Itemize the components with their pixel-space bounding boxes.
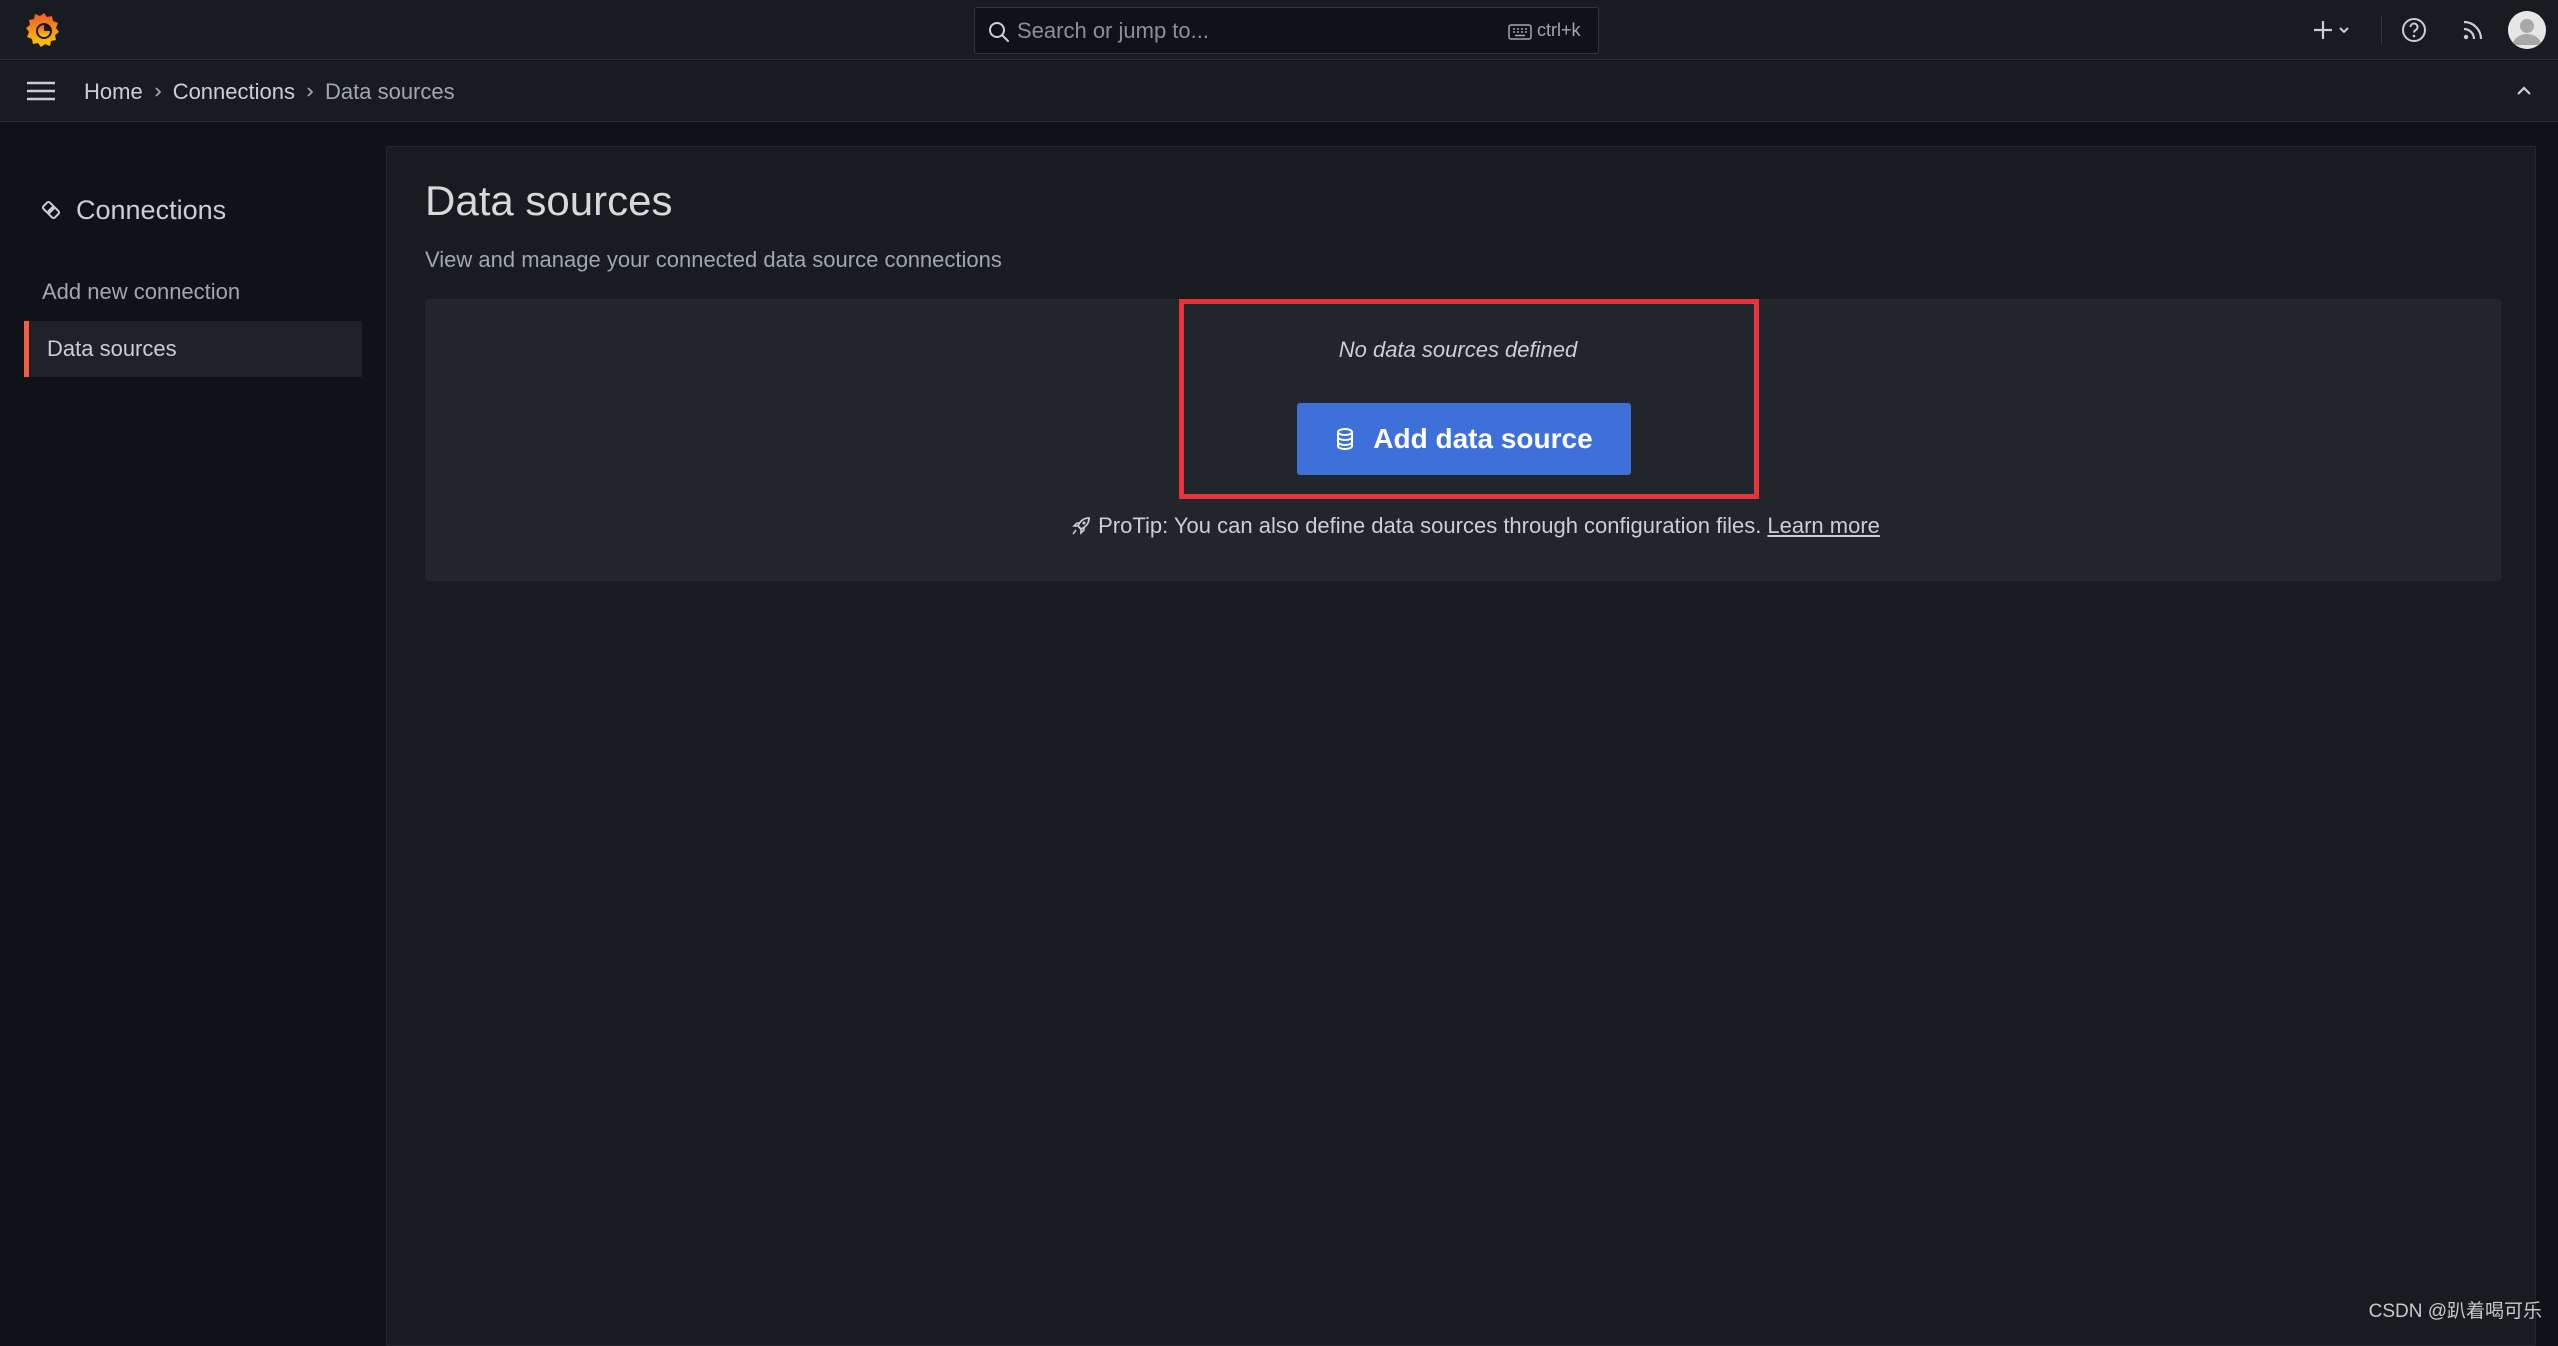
breadcrumb-data-sources: Data sources (325, 79, 455, 105)
chevron-right-icon (143, 82, 173, 102)
add-data-source-button[interactable]: Add data source (1297, 403, 1631, 475)
page-title: Data sources (425, 177, 672, 225)
search-placeholder: Search or jump to... (1017, 8, 1209, 53)
database-icon (1335, 427, 1355, 451)
chevron-down-icon (2340, 28, 2348, 32)
hamburger-menu-icon[interactable] (26, 79, 56, 103)
breadcrumb: Home Connections Data sources (84, 61, 455, 122)
user-avatar-icon[interactable] (2508, 11, 2546, 49)
page-subtitle: View and manage your connected data sour… (425, 247, 1002, 273)
section-nav: Connections Add new connection Data sour… (0, 122, 238, 1333)
breadcrumb-bar: Home Connections Data sources (0, 61, 2558, 122)
search-shortcut-hint: ctrl+k (1537, 8, 1581, 53)
help-icon[interactable] (2400, 16, 2428, 44)
sidenav-item-add-new-connection[interactable]: Add new connection (24, 264, 362, 320)
section-nav-title: Connections (76, 195, 226, 226)
keyboard-icon (1508, 24, 1532, 40)
rss-icon[interactable] (2459, 16, 2487, 44)
learn-more-link[interactable]: Learn more (1767, 513, 1880, 539)
new-menu-button[interactable] (2310, 16, 2360, 44)
connections-icon (40, 199, 62, 221)
breadcrumb-home[interactable]: Home (84, 79, 143, 105)
chevron-up-icon[interactable] (2512, 79, 2536, 103)
toolbar-divider (2381, 15, 2382, 45)
chevron-right-icon (295, 82, 325, 102)
empty-state-message: No data sources defined (425, 337, 2501, 363)
watermark: CSDN @趴着喝可乐 (2369, 1296, 2542, 1323)
plus-icon (2314, 21, 2332, 39)
add-data-source-label: Add data source (1373, 423, 1592, 455)
top-bar: Search or jump to... ctrl+k (0, 0, 2558, 60)
search-bar[interactable]: Search or jump to... ctrl+k (974, 7, 1599, 54)
search-icon (987, 20, 1011, 44)
breadcrumb-connections[interactable]: Connections (173, 79, 295, 105)
main-panel: Data sources View and manage your connec… (386, 146, 2536, 1346)
rocket-icon (1070, 515, 1092, 537)
protip: ProTip: You can also define data sources… (425, 513, 2501, 539)
empty-state: No data sources defined Add data source … (425, 299, 2501, 581)
section-nav-header: Connections (40, 190, 226, 230)
sidenav-item-data-sources[interactable]: Data sources (24, 321, 362, 377)
protip-text: ProTip: You can also define data sources… (1098, 513, 1761, 539)
grafana-logo-icon[interactable] (24, 10, 64, 50)
